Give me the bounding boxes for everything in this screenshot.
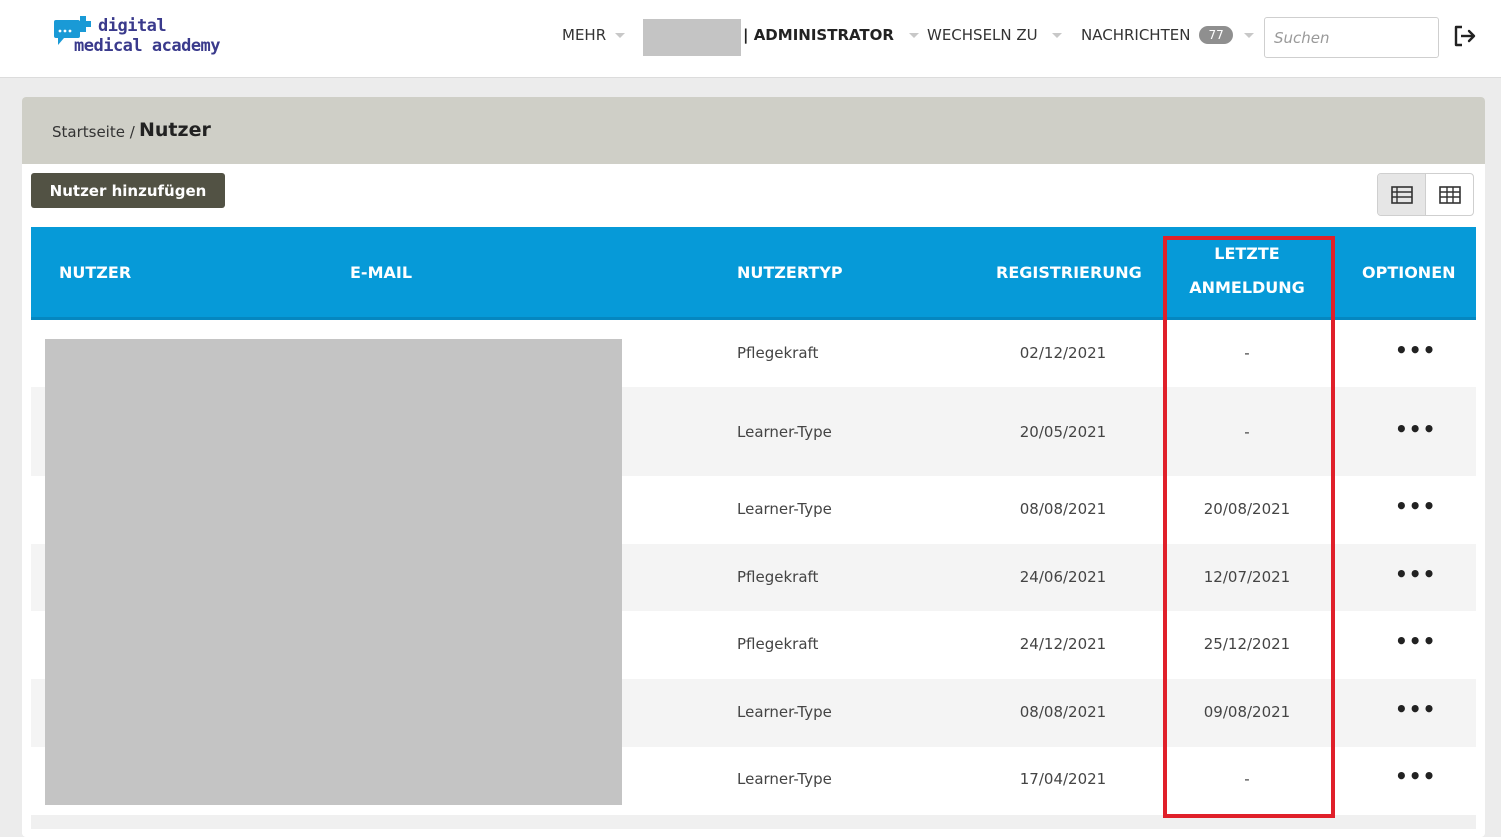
nav-messages-menu[interactable]: NACHRICHTEN 77 <box>1081 24 1254 46</box>
row-options-menu-icon[interactable]: ••• <box>1395 338 1436 362</box>
nav-more-menu[interactable]: MEHR <box>562 24 626 46</box>
nav-role-menu[interactable]: | ADMINISTRATOR <box>743 24 919 46</box>
column-header-options: OPTIONEN <box>1362 263 1456 282</box>
last-login-cell: 20/08/2021 <box>1203 500 1291 518</box>
column-header-last-login-line2: ANMELDUNG <box>1189 278 1305 297</box>
row-options-menu-icon[interactable]: ••• <box>1395 764 1436 788</box>
user-type-cell: Pflegekraft <box>737 635 819 653</box>
page-title: Nutzer <box>139 119 211 141</box>
column-header-user[interactable]: NUTZER <box>59 263 131 282</box>
column-header-registration[interactable]: REGISTRIERUNG <box>996 263 1142 282</box>
registration-date-cell: 20/05/2021 <box>1019 423 1107 441</box>
chevron-down-icon <box>1243 32 1254 38</box>
row-options-menu-icon[interactable]: ••• <box>1395 494 1436 518</box>
column-header-last-login[interactable]: LETZTE ANMELDUNG <box>1167 237 1327 305</box>
registration-date-cell: 08/08/2021 <box>1019 703 1107 721</box>
user-type-cell: Pflegekraft <box>737 568 819 586</box>
nav-messages-label: NACHRICHTEN <box>1081 26 1191 44</box>
nav-role-label: | ADMINISTRATOR <box>743 26 894 44</box>
redacted-user-name <box>643 19 741 56</box>
user-type-cell: Learner-Type <box>737 423 832 441</box>
logo-text-line-1: digital <box>98 16 167 36</box>
column-header-last-login-line1: LETZTE <box>1214 244 1280 263</box>
last-login-cell: - <box>1244 770 1250 788</box>
redacted-user-and-email-columns <box>45 339 622 805</box>
breadcrumb-home-link[interactable]: Startseite / <box>52 123 135 141</box>
row-options-menu-icon[interactable]: ••• <box>1395 417 1436 441</box>
messages-count-badge: 77 <box>1199 26 1233 44</box>
view-toggle <box>1377 173 1474 216</box>
last-login-cell: 12/07/2021 <box>1203 568 1291 586</box>
table-row-partial <box>31 815 1476 829</box>
registration-date-cell: 02/12/2021 <box>1019 344 1107 362</box>
row-options-menu-icon[interactable]: ••• <box>1395 629 1436 653</box>
search-input[interactable] <box>1264 17 1439 58</box>
registration-date-cell: 17/04/2021 <box>1019 770 1107 788</box>
list-view-button[interactable] <box>1378 174 1426 215</box>
chevron-down-icon <box>615 32 626 38</box>
user-type-cell: Learner-Type <box>737 703 832 721</box>
column-header-email[interactable]: E-MAIL <box>350 263 412 282</box>
registration-date-cell: 24/12/2021 <box>1019 635 1107 653</box>
last-login-cell: 09/08/2021 <box>1203 703 1291 721</box>
nav-switch-label: WECHSELN ZU <box>927 26 1038 44</box>
last-login-cell: 25/12/2021 <box>1203 635 1291 653</box>
breadcrumb: Startseite / Nutzer <box>22 97 1485 164</box>
user-type-cell: Learner-Type <box>737 500 832 518</box>
logout-icon[interactable] <box>1452 24 1478 48</box>
last-login-cell: - <box>1244 344 1250 362</box>
chevron-down-icon <box>908 32 919 38</box>
user-type-cell: Learner-Type <box>737 770 832 788</box>
registration-date-cell: 08/08/2021 <box>1019 500 1107 518</box>
grid-view-icon <box>1438 185 1461 204</box>
row-options-menu-icon[interactable]: ••• <box>1395 562 1436 586</box>
row-options-menu-icon[interactable]: ••• <box>1395 697 1436 721</box>
digital-medical-academy-logo[interactable]: digital medical academy <box>52 14 227 64</box>
grid-view-button[interactable] <box>1426 174 1473 215</box>
logo-text-line-2: medical academy <box>74 36 221 56</box>
column-header-user-type[interactable]: NUTZERTYP <box>737 263 843 282</box>
nav-more-label: MEHR <box>562 26 607 44</box>
last-login-cell: - <box>1244 423 1250 441</box>
nav-switch-menu[interactable]: WECHSELN ZU <box>927 24 1062 46</box>
users-table-header: NUTZER E-MAIL NUTZERTYP REGISTRIERUNG LE… <box>31 227 1476 320</box>
registration-date-cell: 24/06/2021 <box>1019 568 1107 586</box>
list-view-icon <box>1390 185 1413 204</box>
user-type-cell: Pflegekraft <box>737 344 819 362</box>
add-user-button[interactable]: Nutzer hinzufügen <box>31 173 225 208</box>
chevron-down-icon <box>1051 32 1062 38</box>
top-navigation-bar: digital medical academy MEHR | ADMINISTR… <box>0 0 1501 78</box>
